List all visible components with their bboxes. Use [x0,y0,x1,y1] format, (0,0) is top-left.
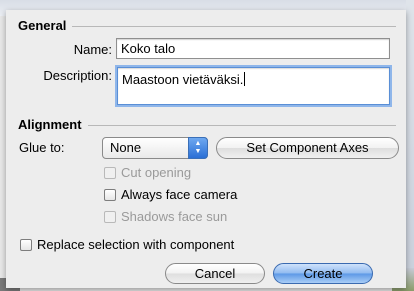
glue-to-label: Glue to: [19,140,65,155]
alignment-divider [88,125,396,126]
set-component-axes-label: Set Component Axes [246,140,369,155]
alignment-section-title: Alignment [18,117,82,132]
cut-opening-checkbox[interactable] [104,167,116,179]
always-face-camera-label: Always face camera [121,187,238,202]
set-component-axes-button[interactable]: Set Component Axes [216,137,399,159]
cut-opening-label: Cut opening [121,165,192,180]
always-face-camera-checkbox[interactable] [104,189,116,201]
popup-arrows-icon: ▲ ▼ [188,137,208,159]
name-label: Name: [73,42,112,57]
shadows-face-sun-label: Shadows face sun [121,209,228,224]
description-field[interactable]: Maastoon vietäväksi. [117,67,390,105]
name-field-value: Koko talo [121,41,176,56]
background-window-edge [406,0,414,291]
create-button[interactable]: Create [273,263,373,284]
replace-selection-label: Replace selection with component [37,237,235,252]
general-section-title: General [18,18,67,33]
description-field-value: Maastoon vietäväksi. [122,72,244,87]
text-cursor [244,72,246,86]
cancel-button-label: Cancel [194,266,236,281]
cancel-button[interactable]: Cancel [165,263,265,284]
description-label: Description: [43,68,112,83]
create-button-label: Create [303,266,343,281]
glue-to-selected-value: None [110,140,142,155]
general-divider [72,26,396,27]
replace-selection-checkbox[interactable] [20,239,32,251]
create-component-sheet: General Name: Koko talo Description: Maa… [6,10,406,288]
shadows-face-sun-checkbox[interactable] [104,211,116,223]
glue-to-popup[interactable]: None ▲ ▼ [102,137,208,159]
name-field[interactable]: Koko talo [116,38,390,59]
